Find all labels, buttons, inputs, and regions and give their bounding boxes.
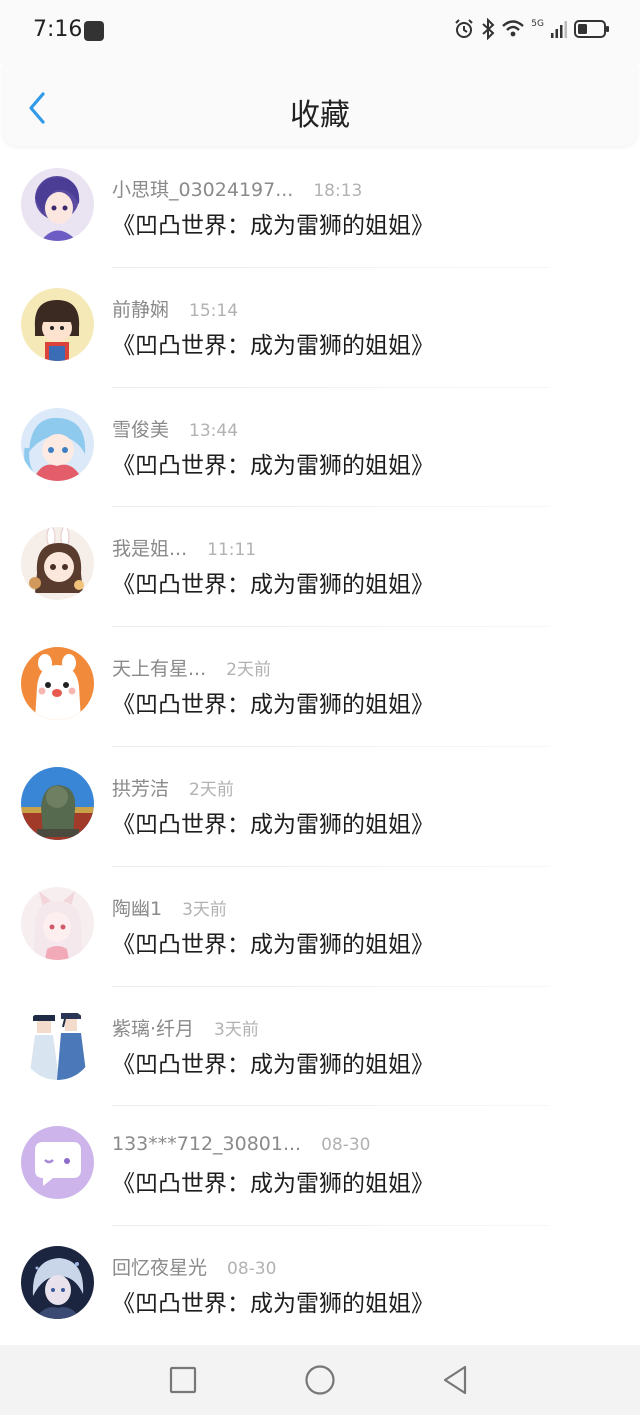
timestamp: 15:14 bbox=[189, 300, 239, 321]
avatar[interactable] bbox=[21, 1006, 94, 1080]
back-triangle-icon bbox=[443, 1365, 467, 1395]
user-name: 雪俊美 bbox=[112, 418, 170, 441]
page-title: 收藏 bbox=[290, 98, 350, 133]
item-meta: 133***712_30801... 08-30 bbox=[112, 1133, 371, 1155]
avatar[interactable] bbox=[21, 1126, 94, 1200]
avatar[interactable] bbox=[21, 647, 94, 721]
list-item[interactable]: 小思琪_03024197... 18:13 《凹凸世界：成为雷狮的姐姐》 bbox=[0, 148, 640, 268]
battery-icon bbox=[574, 20, 609, 38]
home-circle-icon bbox=[305, 1365, 335, 1395]
item-meta: 天上有星... 2天前 bbox=[112, 654, 271, 681]
item-meta: 紫璃·纤月 3天前 bbox=[112, 1014, 259, 1041]
timestamp: 08-30 bbox=[321, 1135, 371, 1156]
back-nav-button[interactable] bbox=[437, 1362, 473, 1398]
avatar[interactable] bbox=[21, 766, 94, 840]
item-meta: 拱芳洁 2天前 bbox=[112, 774, 234, 801]
list-item[interactable]: 133***712_30801... 08-30 《凹凸世界：成为雷狮的姐姐》 bbox=[0, 1106, 640, 1227]
book-title[interactable]: 《凹凸世界：成为雷狮的姐姐》 bbox=[112, 1164, 434, 1198]
status-bar: 7:16 5G bbox=[0, 0, 640, 64]
user-name: 天上有星... bbox=[112, 658, 207, 681]
user-name: 133***712_30801... bbox=[112, 1133, 302, 1156]
timestamp: 2天前 bbox=[189, 779, 234, 800]
item-meta: 陶幽1 3天前 bbox=[112, 894, 227, 921]
item-meta: 我是姐... 11:11 bbox=[112, 534, 256, 561]
user-name: 拱芳洁 bbox=[112, 777, 170, 800]
notification-icon bbox=[84, 21, 104, 41]
user-name: 紫璃·纤月 bbox=[112, 1017, 195, 1040]
item-meta: 回忆夜星光 08-30 bbox=[112, 1253, 276, 1280]
list-item[interactable]: 紫璃·纤月 3天前 《凹凸世界：成为雷狮的姐姐》 bbox=[0, 987, 640, 1107]
wifi-icon bbox=[502, 20, 525, 37]
avatar[interactable] bbox=[21, 527, 94, 601]
user-name: 回忆夜星光 bbox=[112, 1257, 208, 1280]
timestamp: 3天前 bbox=[182, 899, 227, 920]
network-type: 5G bbox=[531, 19, 544, 29]
timestamp: 08-30 bbox=[227, 1259, 277, 1280]
user-name: 我是姐... bbox=[112, 538, 188, 561]
timestamp: 2天前 bbox=[226, 660, 271, 681]
timestamp: 11:11 bbox=[207, 540, 257, 561]
signal-icon bbox=[551, 21, 567, 38]
user-name: 小思琪_03024197... bbox=[112, 179, 294, 201]
avatar[interactable] bbox=[21, 1246, 94, 1320]
item-meta: 前静娴 15:14 bbox=[112, 295, 238, 322]
recent-apps-button[interactable] bbox=[165, 1362, 201, 1398]
book-title[interactable]: 《凹凸世界：成为雷狮的姐姐》 bbox=[112, 1045, 434, 1079]
status-icons: 5G bbox=[453, 18, 610, 40]
book-title[interactable]: 《凹凸世界：成为雷狮的姐姐》 bbox=[112, 326, 434, 360]
timestamp: 13:44 bbox=[189, 420, 239, 441]
item-meta: 小思琪_03024197... 18:13 bbox=[112, 175, 362, 202]
recent-apps-square-icon bbox=[169, 1366, 197, 1394]
page-header: 收藏 bbox=[2, 64, 638, 146]
bluetooth-icon bbox=[482, 18, 495, 40]
list-item[interactable]: 我是姐... 11:11 《凹凸世界：成为雷狮的姐姐》 bbox=[0, 507, 640, 628]
status-time: 7:16 bbox=[33, 17, 83, 42]
user-name: 陶幽1 bbox=[112, 897, 163, 920]
book-title[interactable]: 《凹凸世界：成为雷狮的姐姐》 bbox=[112, 446, 434, 480]
item-meta: 雪俊美 13:44 bbox=[112, 415, 238, 442]
favorites-list: 小思琪_03024197... 18:13 《凹凸世界：成为雷狮的姐姐》 前静娴… bbox=[0, 148, 640, 1346]
book-title[interactable]: 《凹凸世界：成为雷狮的姐姐》 bbox=[112, 685, 434, 719]
book-title[interactable]: 《凹凸世界：成为雷狮的姐姐》 bbox=[112, 206, 434, 240]
home-button[interactable] bbox=[302, 1362, 338, 1398]
system-nav-bar bbox=[0, 1345, 640, 1415]
avatar[interactable] bbox=[21, 168, 94, 241]
book-title[interactable]: 《凹凸世界：成为雷狮的姐姐》 bbox=[112, 805, 434, 839]
book-title[interactable]: 《凹凸世界：成为雷狮的姐姐》 bbox=[112, 565, 434, 599]
list-item[interactable]: 前静娴 15:14 《凹凸世界：成为雷狮的姐姐》 bbox=[0, 268, 640, 388]
book-title[interactable]: 《凹凸世界：成为雷狮的姐姐》 bbox=[112, 1284, 434, 1318]
timestamp: 3天前 bbox=[214, 1019, 259, 1040]
list-item[interactable]: 回忆夜星光 08-30 《凹凸世界：成为雷狮的姐姐》 bbox=[0, 1226, 640, 1346]
list-item[interactable]: 雪俊美 13:44 《凹凸世界：成为雷狮的姐姐》 bbox=[0, 388, 640, 508]
alarm-icon bbox=[455, 19, 474, 38]
avatar[interactable] bbox=[21, 287, 94, 361]
avatar[interactable] bbox=[21, 407, 94, 481]
list-item[interactable]: 天上有星... 2天前 《凹凸世界：成为雷狮的姐姐》 bbox=[0, 627, 640, 747]
list-item[interactable]: 拱芳洁 2天前 《凹凸世界：成为雷狮的姐姐》 bbox=[0, 747, 640, 867]
timestamp: 18:13 bbox=[313, 181, 363, 201]
book-title[interactable]: 《凹凸世界：成为雷狮的姐姐》 bbox=[112, 925, 434, 959]
avatar[interactable] bbox=[21, 886, 94, 960]
user-name: 前静娴 bbox=[112, 298, 170, 321]
list-item[interactable]: 陶幽1 3天前 《凹凸世界：成为雷狮的姐姐》 bbox=[0, 867, 640, 987]
